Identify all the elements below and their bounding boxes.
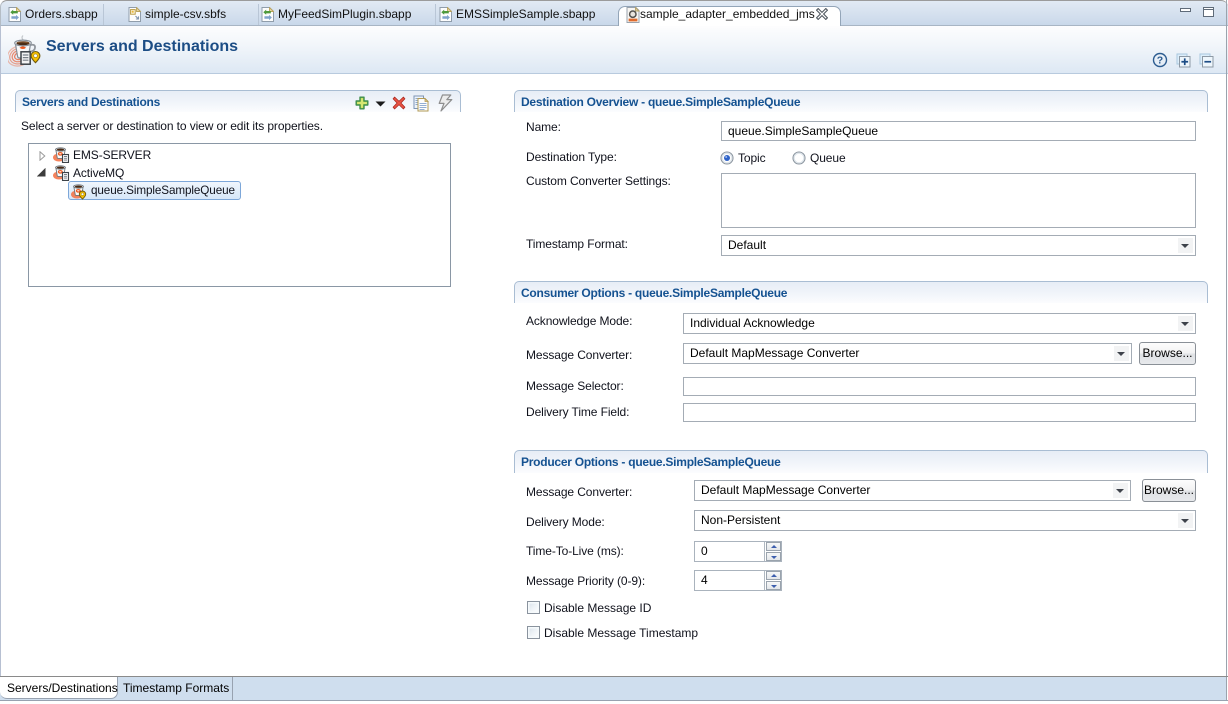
svg-text:?: ? xyxy=(1157,55,1163,67)
